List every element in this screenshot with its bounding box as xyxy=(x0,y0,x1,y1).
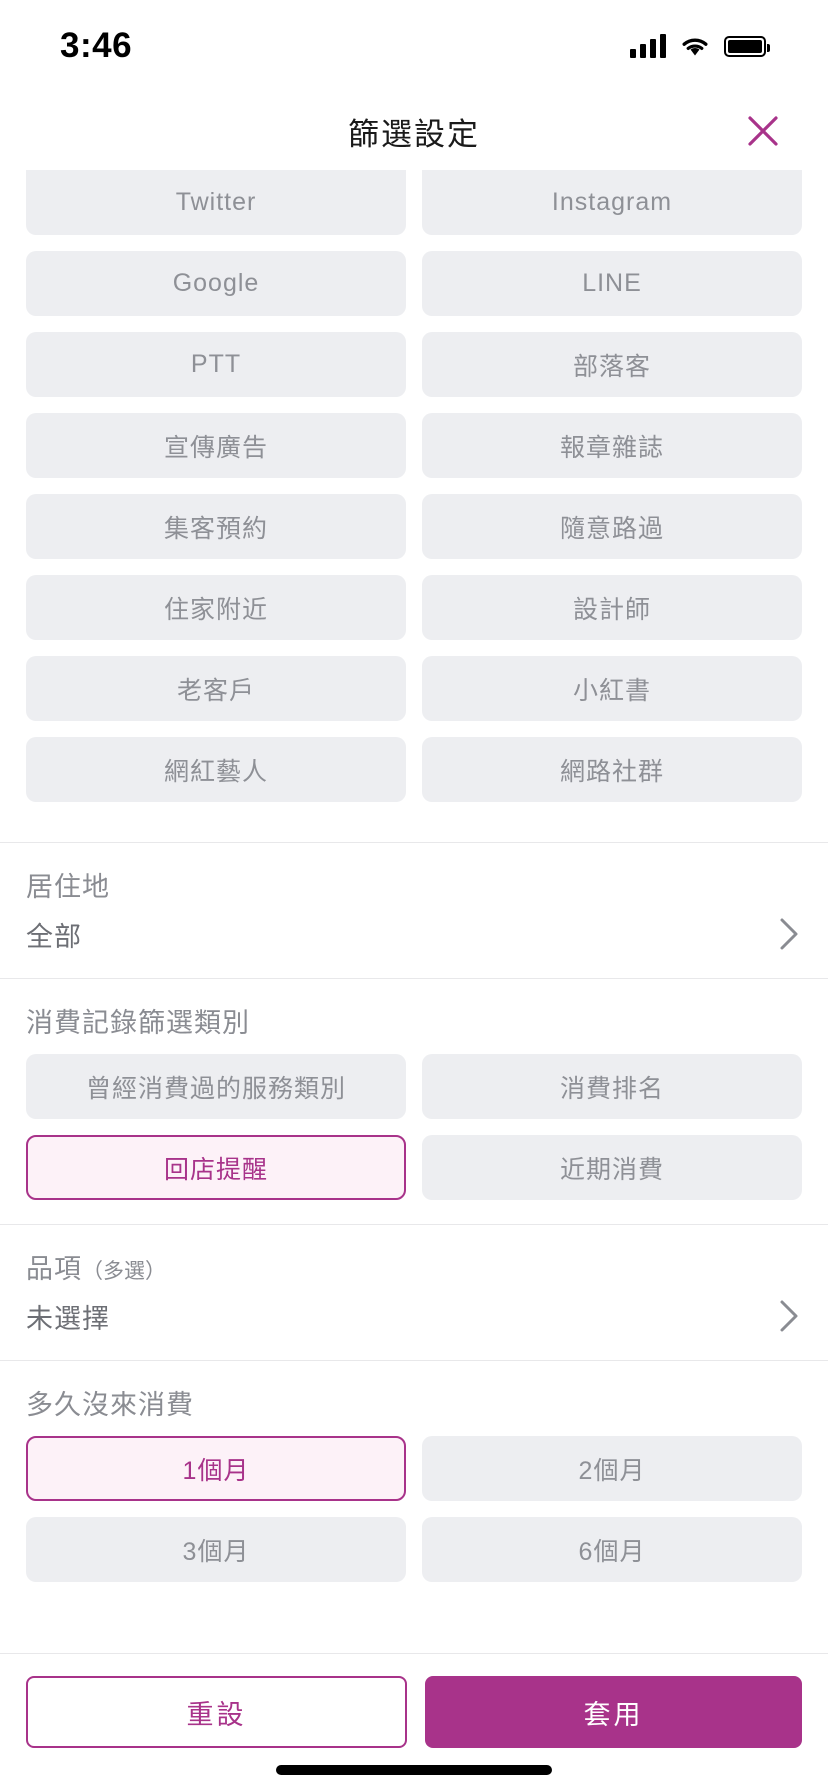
action-bar: 重設 套用 xyxy=(0,1653,828,1748)
filter-chip[interactable]: 6個月 xyxy=(422,1517,802,1582)
filter-chip-label: PTT xyxy=(190,350,242,378)
home-indicator-area xyxy=(0,1748,828,1792)
filter-chip-label: 2個月 xyxy=(578,1456,646,1485)
last-visit-section: 多久沒來消費 1個月 2個月 3個月 6個月 xyxy=(0,1361,828,1606)
close-icon[interactable] xyxy=(740,108,786,154)
residence-label: 居住地 xyxy=(26,872,110,902)
filter-chip-label: 1個月 xyxy=(182,1456,250,1485)
filter-chip[interactable]: 1個月 xyxy=(26,1436,406,1501)
status-time: 3:46 xyxy=(60,26,133,65)
home-indicator xyxy=(276,1765,552,1775)
filter-chip[interactable]: 近期消費 xyxy=(422,1135,802,1200)
filter-chip[interactable]: 報章雜誌 xyxy=(422,413,802,478)
filter-chip[interactable]: 3個月 xyxy=(26,1517,406,1582)
filter-chip[interactable]: Instagram xyxy=(422,170,802,235)
filter-chip-label: 6個月 xyxy=(578,1537,646,1566)
status-indicators xyxy=(630,34,770,58)
chevron-right-icon[interactable] xyxy=(776,914,802,954)
battery-icon xyxy=(724,35,770,57)
chevron-right-icon[interactable] xyxy=(776,1296,802,1336)
filter-chip-label: 回店提醒 xyxy=(163,1155,268,1184)
status-bar: 3:46 xyxy=(0,0,828,92)
apply-button[interactable]: 套用 xyxy=(425,1676,802,1748)
filter-chip[interactable]: 集客預約 xyxy=(26,494,406,559)
residence-section[interactable]: 居住地 全部 xyxy=(0,843,828,978)
item-value: 未選擇 xyxy=(26,1303,110,1334)
item-label: 品項（多選） xyxy=(26,1247,802,1286)
filter-chip[interactable]: Twitter xyxy=(26,170,406,235)
filter-chip-label: Twitter xyxy=(175,188,257,216)
filter-chip[interactable]: 老客戶 xyxy=(26,656,406,721)
filter-chip[interactable]: 2個月 xyxy=(422,1436,802,1501)
filter-chip[interactable]: 小紅書 xyxy=(422,656,802,721)
last-visit-chip-grid: 1個月 2個月 3個月 6個月 xyxy=(26,1436,802,1582)
filter-chip-label: Google xyxy=(172,269,260,297)
filter-chip[interactable]: LINE xyxy=(422,251,802,316)
filter-chip-label: 小紅書 xyxy=(572,676,651,705)
modal-header: 篩選設定 xyxy=(0,92,828,170)
filter-settings-screen: 3:46 篩選設定 Twitter Instagram Google LINE PTT 部… xyxy=(0,0,828,1792)
filter-chip[interactable]: 網紅藝人 xyxy=(26,737,406,802)
spending-category-chip-grid: 曾經消費過的服務類別 消費排名回店提醒 近期消費 xyxy=(26,1054,802,1200)
filter-chip-label: 網路社群 xyxy=(559,757,664,786)
filter-chip-label: 3個月 xyxy=(182,1537,250,1566)
filter-chip[interactable]: 網路社群 xyxy=(422,737,802,802)
filter-chip-label: 報章雜誌 xyxy=(559,433,664,462)
filter-chip-label: Instagram xyxy=(551,188,673,216)
filter-chip-label: 部落客 xyxy=(572,352,651,381)
source-chip-grid: Twitter Instagram Google LINE PTT 部落客宣傳廣告 報章雜誌… xyxy=(0,170,828,802)
wifi-icon xyxy=(680,35,710,58)
filter-chip-label: 近期消費 xyxy=(559,1155,664,1184)
item-row[interactable]: 未選擇 xyxy=(26,1296,802,1336)
filter-chip-label: 集客預約 xyxy=(163,514,268,543)
filter-chip-label: 住家附近 xyxy=(163,595,268,624)
filter-scroll-area[interactable]: Twitter Instagram Google LINE PTT 部落客宣傳廣告 報章雜誌… xyxy=(0,170,828,1653)
filter-chip-label: 設計師 xyxy=(572,595,651,624)
filter-chip[interactable]: 設計師 xyxy=(422,575,802,640)
item-section[interactable]: 品項（多選） 未選擇 xyxy=(0,1225,828,1360)
filter-chip[interactable]: 曾經消費過的服務類別 xyxy=(26,1054,406,1119)
filter-chip[interactable]: 住家附近 xyxy=(26,575,406,640)
cellular-signal-icon xyxy=(630,34,666,58)
page-title: 篩選設定 xyxy=(348,116,480,152)
residence-row[interactable]: 全部 xyxy=(26,914,802,954)
filter-chip-label: 隨意路過 xyxy=(559,514,664,543)
item-label-sub: （多選） xyxy=(82,1260,166,1283)
last-visit-label: 多久沒來消費 xyxy=(26,1390,194,1420)
filter-chip-label: 網紅藝人 xyxy=(163,757,268,786)
filter-chip[interactable]: 消費排名 xyxy=(422,1054,802,1119)
filter-chip[interactable]: 宣傳廣告 xyxy=(26,413,406,478)
filter-chip[interactable]: 隨意路過 xyxy=(422,494,802,559)
spending-category-label: 消費記錄篩選類別 xyxy=(26,1008,250,1038)
filter-chip-label: 曾經消費過的服務類別 xyxy=(85,1074,346,1103)
filter-chip[interactable]: Google xyxy=(26,251,406,316)
reset-button[interactable]: 重設 xyxy=(26,1676,407,1748)
spending-category-section: 消費記錄篩選類別 曾經消費過的服務類別 消費排名回店提醒 近期消費 xyxy=(0,979,828,1224)
grid-spacer xyxy=(0,802,828,842)
filter-chip[interactable]: 部落客 xyxy=(422,332,802,397)
filter-chip[interactable]: PTT xyxy=(26,332,406,397)
filter-chip-label: 老客戶 xyxy=(176,676,255,705)
filter-chip-label: 消費排名 xyxy=(559,1074,664,1103)
residence-value: 全部 xyxy=(26,921,82,952)
filter-chip-label: LINE xyxy=(582,269,642,297)
filter-chip[interactable]: 回店提醒 xyxy=(26,1135,406,1200)
item-label-main: 品項 xyxy=(26,1254,82,1284)
filter-chip-label: 宣傳廣告 xyxy=(163,433,268,462)
